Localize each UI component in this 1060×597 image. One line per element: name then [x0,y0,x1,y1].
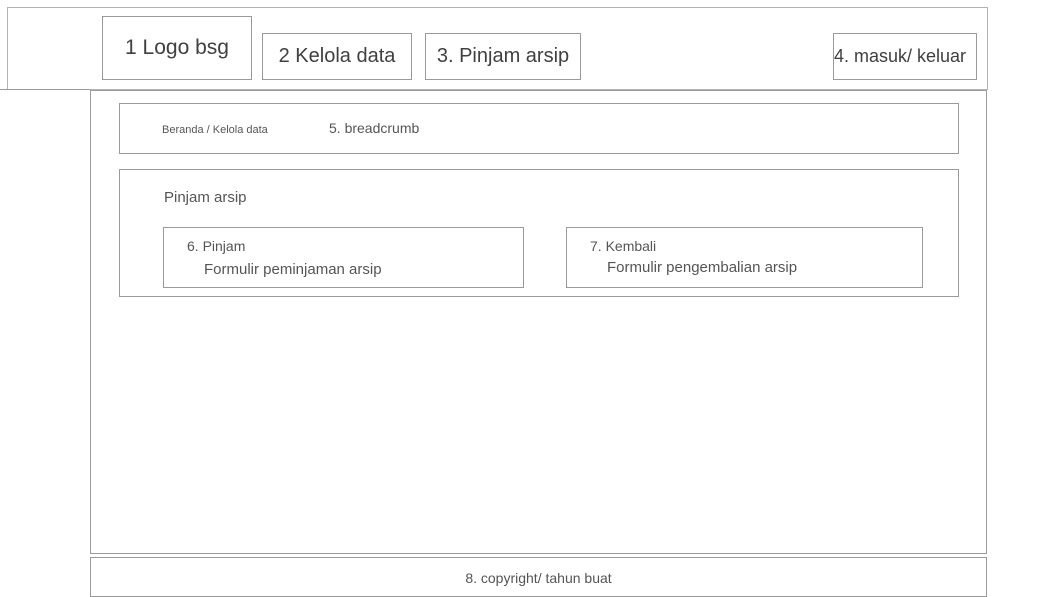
login-logout-label: 4. masuk/ keluar [834,46,967,66]
pinjam-card-title: 6. Pinjam [187,238,246,254]
kembali-card[interactable]: 7. Kembali Formulir pengembalian arsip [566,227,923,288]
breadcrumb: Beranda / Kelola data 5. breadcrumb [119,103,959,154]
kembali-card-title: 7. Kembali [590,238,657,254]
pinjam-card[interactable]: 6. Pinjam Formulir peminjaman arsip [163,227,524,288]
breadcrumb-trail[interactable]: Beranda / Kelola data [162,124,268,136]
panel-title: Pinjam arsip [164,189,247,206]
nav-kelola-data[interactable]: 2 Kelola data [262,33,412,80]
content-frame [90,90,987,554]
nav-pinjam-arsip[interactable]: 3. Pinjam arsip [425,33,581,80]
footer: 8. copyright/ tahun buat [90,557,987,597]
kembali-card-description: Formulir pengembalian arsip [607,259,798,276]
login-logout-button[interactable]: 4. masuk/ keluar [833,33,977,80]
header-divider [0,89,90,90]
nav-kelola-data-label: 2 Kelola data [278,45,396,67]
pinjam-arsip-panel: Pinjam arsip 6. Pinjam Formulir peminjam… [119,169,959,297]
pinjam-card-description: Formulir peminjaman arsip [204,261,382,278]
breadcrumb-label: 5. breadcrumb [329,120,420,136]
nav-pinjam-arsip-label: 3. Pinjam arsip [436,45,570,67]
logo[interactable]: 1 Logo bsg [102,16,252,80]
logo-label: 1 Logo bsg [125,36,229,59]
footer-text: 8. copyright/ tahun buat [465,570,612,586]
